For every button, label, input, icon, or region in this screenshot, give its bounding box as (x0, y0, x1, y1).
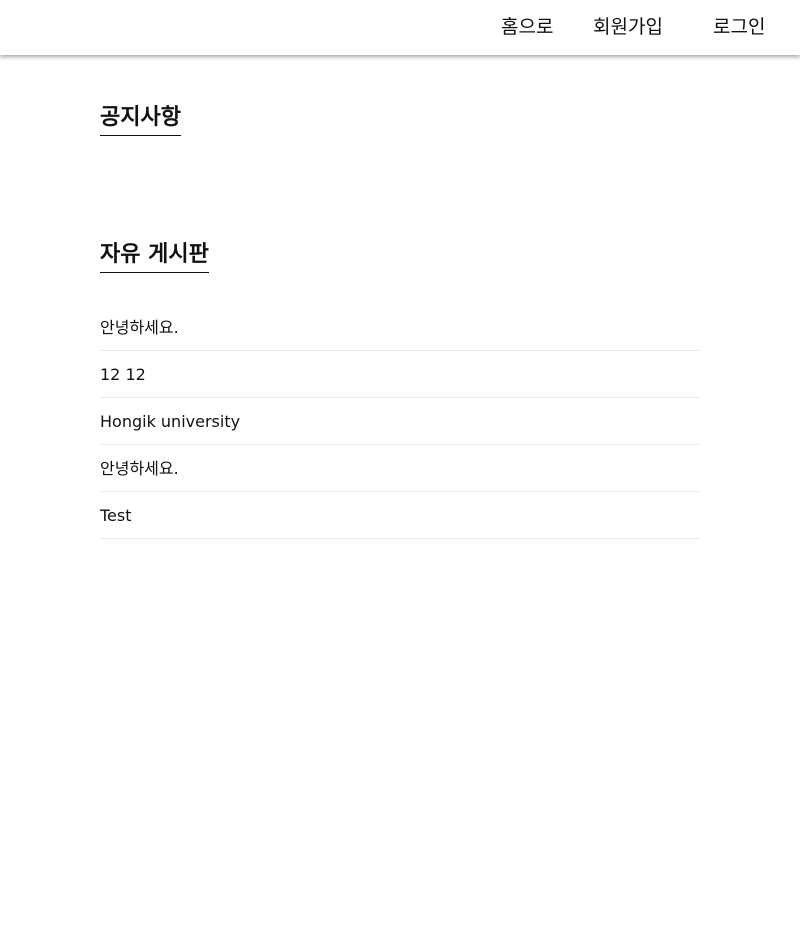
post-list-item: 안녕하세요. (100, 445, 700, 492)
nav-home-link[interactable]: 홈으로 (501, 13, 553, 41)
post-list-item: Test (100, 492, 700, 539)
post-list-item: 12 12 (100, 351, 700, 398)
nav-login-link[interactable]: 로그인 (713, 13, 765, 41)
post-title-link[interactable]: 안녕하세요. (100, 458, 179, 480)
post-title-link[interactable]: 안녕하세요. (100, 317, 179, 339)
post-list-item: 안녕하세요. (100, 304, 700, 351)
post-title-link[interactable]: 12 12 (100, 364, 146, 386)
top-navigation-bar: 홈으로 회원가입 로그인 (0, 0, 800, 55)
free-board-post-list: 안녕하세요. 12 12 Hongik university 안녕하세요. Te… (100, 304, 700, 539)
post-title-link[interactable]: Hongik university (100, 411, 240, 433)
notice-section-title: 공지사항 (100, 102, 181, 136)
post-list-item: Hongik university (100, 398, 700, 445)
post-title-link[interactable]: Test (100, 505, 132, 527)
nav-signup-link[interactable]: 회원가입 (593, 13, 663, 41)
free-board-section-title: 자유 게시판 (100, 239, 209, 273)
